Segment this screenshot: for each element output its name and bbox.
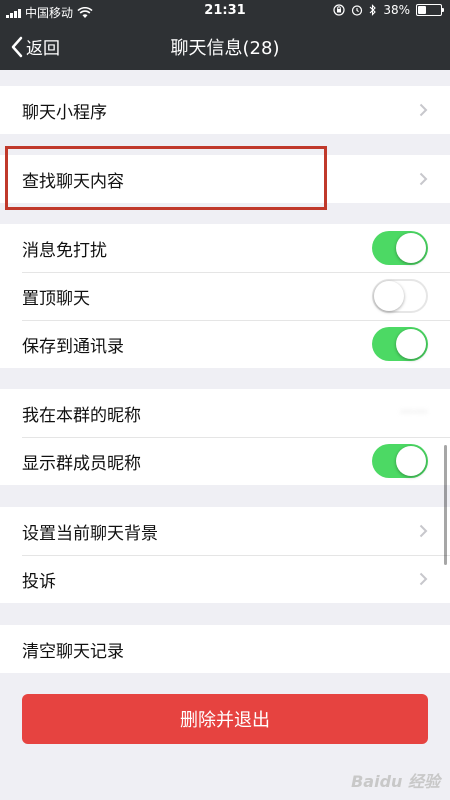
battery-icon [416, 4, 444, 16]
scroll-indicator [444, 445, 447, 565]
mini-programs-cell[interactable]: 聊天小程序 [0, 86, 450, 134]
pin-toggle[interactable] [372, 279, 428, 313]
navigation-bar: 返回 聊天信息(28) [0, 22, 450, 70]
group-nickname-value: ⋯⋯ [400, 404, 428, 420]
search-chat-content-label: 查找聊天内容 [22, 171, 124, 192]
delete-and-exit-button[interactable]: 删除并退出 [22, 694, 428, 744]
mute-toggle[interactable] [372, 231, 428, 265]
pin-cell: 置顶聊天 [0, 272, 450, 320]
battery-level [418, 6, 427, 14]
mini-programs-group: 聊天小程序 [0, 86, 450, 134]
group-nickname-label: 我在本群的昵称 [22, 405, 141, 426]
orientation-lock-icon [333, 4, 345, 16]
page-title: 聊天信息(28) [170, 38, 280, 59]
watermark-logo: Baidu 经验 [351, 772, 440, 791]
notification-settings-group: 消息免打扰 置顶聊天 保存到通讯录 [0, 224, 450, 368]
status-right: 38% [333, 3, 444, 17]
show-nicknames-toggle[interactable] [372, 444, 428, 478]
misc-group: 设置当前聊天背景 投诉 [0, 507, 450, 603]
complain-label: 投诉 [22, 571, 56, 592]
complain-cell[interactable]: 投诉 [0, 555, 450, 603]
save-contacts-cell: 保存到通讯录 [0, 320, 450, 368]
mini-programs-label: 聊天小程序 [22, 102, 107, 123]
bluetooth-icon [369, 4, 377, 16]
chat-background-cell[interactable]: 设置当前聊天背景 [0, 507, 450, 555]
alarm-icon [352, 5, 363, 16]
chevron-right-icon [419, 103, 428, 117]
show-nicknames-cell: 显示群成员昵称 [0, 437, 450, 485]
group-nickname-cell[interactable]: 我在本群的昵称 ⋯⋯ [0, 389, 450, 437]
battery-percent: 38% [383, 3, 410, 17]
chat-background-label: 设置当前聊天背景 [22, 523, 158, 544]
status-bar: 中国移动 21:31 38% [0, 0, 450, 22]
clear-history-cell[interactable]: 清空聊天记录 [0, 625, 450, 673]
clear-history-group: 清空聊天记录 [0, 625, 450, 673]
search-chat-content-cell[interactable]: 查找聊天内容 [0, 155, 450, 203]
mute-cell: 消息免打扰 [0, 224, 450, 272]
chevron-right-icon [419, 172, 428, 186]
chevron-right-icon [419, 572, 428, 586]
nickname-group: 我在本群的昵称 ⋯⋯ 显示群成员昵称 [0, 389, 450, 485]
search-group: 查找聊天内容 [0, 155, 450, 203]
save-contacts-toggle[interactable] [372, 327, 428, 361]
clear-history-label: 清空聊天记录 [22, 641, 124, 662]
chevron-right-icon [419, 524, 428, 538]
